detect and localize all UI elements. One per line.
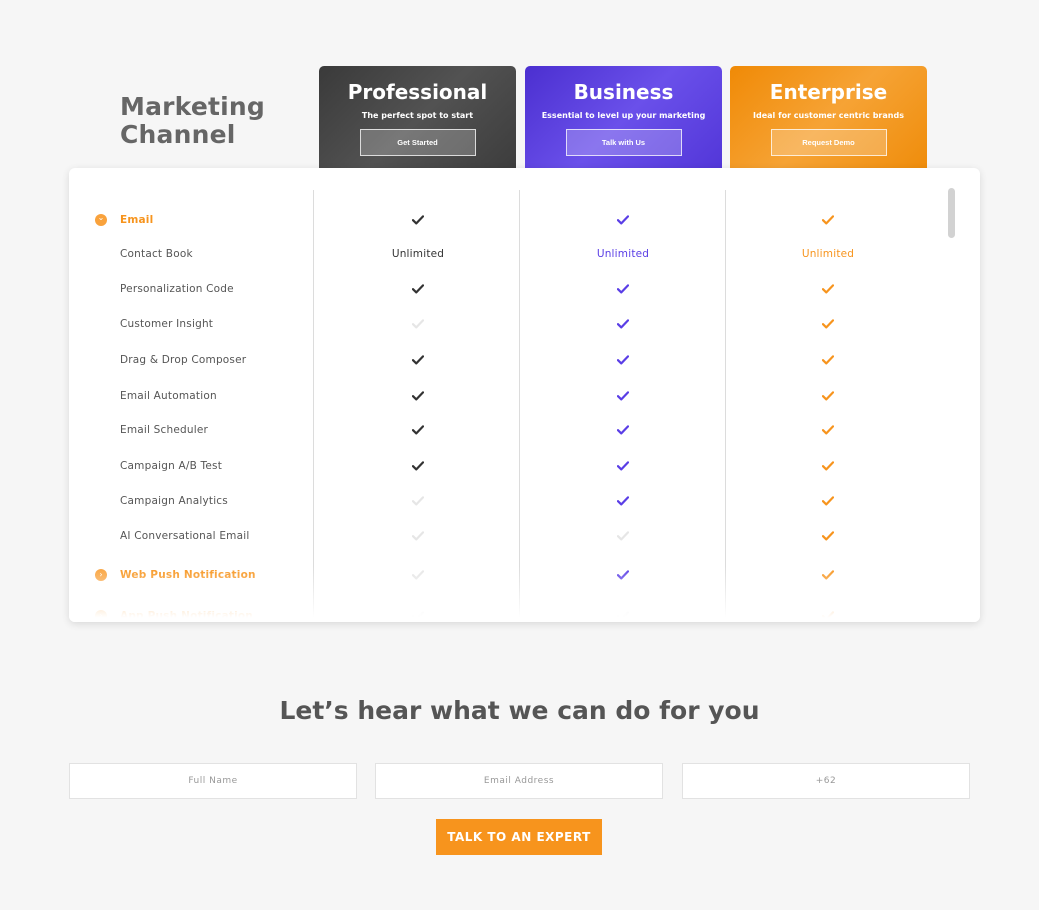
- check-icon: [525, 420, 721, 440]
- check-icon: [730, 350, 926, 370]
- feature-row: Drag & Drop Composer: [69, 350, 949, 370]
- plan-name: Business: [573, 80, 674, 104]
- email-field[interactable]: [375, 763, 663, 799]
- plan-card-professional: Professional The perfect spot to start G…: [319, 66, 516, 172]
- talk-to-expert-button[interactable]: TALK TO AN EXPERT: [436, 819, 602, 855]
- check-icon: [525, 210, 721, 230]
- plan-card-business: Business Essential to level up your mark…: [525, 66, 722, 172]
- check-icon: [525, 279, 721, 299]
- check-icon: [525, 314, 721, 334]
- check-icon: [320, 279, 516, 299]
- feature-row: AI Conversational Email: [69, 526, 949, 546]
- feature-row: Customer Insight: [69, 314, 949, 334]
- feature-row: Personalization Code: [69, 279, 949, 299]
- check-icon: [320, 386, 516, 406]
- feature-value: Unlimited: [391, 248, 445, 260]
- feature-value: Unlimited: [596, 248, 650, 260]
- check-icon: [730, 210, 926, 230]
- feature-label: Email: [120, 214, 154, 226]
- check-disabled-icon: [320, 526, 516, 546]
- feature-label: Personalization Code: [120, 283, 234, 295]
- talk-with-us-button[interactable]: Talk with Us: [565, 129, 682, 156]
- check-icon: [730, 386, 926, 406]
- plan-name: Enterprise: [769, 80, 888, 104]
- section-title-line-2: Channel: [120, 120, 236, 149]
- feature-row: Campaign Analytics: [69, 491, 949, 511]
- section-title-line-1: Marketing: [120, 92, 266, 121]
- check-icon: [320, 350, 516, 370]
- check-disabled-icon: [525, 526, 721, 546]
- feature-label: Campaign Analytics: [120, 495, 228, 507]
- check-icon: [525, 456, 721, 476]
- feature-label: Email Automation: [120, 390, 217, 402]
- feature-label: Customer Insight: [120, 318, 214, 330]
- feature-row: Contact Book Unlimited Unlimited Unlimited: [69, 244, 949, 264]
- cta-title: Let’s hear what we can do for you: [279, 696, 760, 725]
- plan-tagline: The perfect spot to start: [361, 111, 474, 120]
- feature-comparison-table: ⌄ Email Contact Book Unlimited Unlimited Unli…: [69, 168, 980, 622]
- check-icon: [730, 491, 926, 511]
- scrollbar[interactable]: [948, 188, 955, 238]
- check-icon: [320, 210, 516, 230]
- check-icon: [730, 526, 926, 546]
- scroll-fade: [69, 566, 980, 622]
- check-icon: [525, 491, 721, 511]
- feature-value: Unlimited: [801, 248, 855, 260]
- check-icon: [730, 456, 926, 476]
- plan-tagline: Ideal for customer centric brands: [753, 111, 904, 120]
- get-started-button[interactable]: Get Started: [359, 129, 476, 156]
- chevron-down-icon[interactable]: ⌄: [95, 214, 107, 226]
- check-icon: [730, 314, 926, 334]
- feature-label: Campaign A/B Test: [120, 460, 223, 472]
- feature-label: Email Scheduler: [120, 424, 209, 436]
- feature-label: Contact Book: [120, 248, 193, 260]
- category-row[interactable]: ⌄ Email: [69, 210, 949, 230]
- check-icon: [525, 350, 721, 370]
- request-demo-button[interactable]: Request Demo: [770, 129, 887, 156]
- feature-row: Email Scheduler: [69, 420, 949, 440]
- feature-row: Email Automation: [69, 386, 949, 406]
- check-icon: [730, 279, 926, 299]
- section-title: Marketing Channel: [120, 93, 265, 149]
- check-disabled-icon: [320, 314, 516, 334]
- phone-field[interactable]: [682, 763, 970, 799]
- full-name-field[interactable]: [69, 763, 357, 799]
- check-disabled-icon: [320, 491, 516, 511]
- feature-label: Drag & Drop Composer: [120, 354, 247, 366]
- check-icon: [320, 456, 516, 476]
- feature-label: AI Conversational Email: [120, 530, 250, 542]
- check-icon: [525, 386, 721, 406]
- plan-card-enterprise: Enterprise Ideal for customer centric br…: [730, 66, 927, 172]
- check-icon: [320, 420, 516, 440]
- check-icon: [730, 420, 926, 440]
- feature-row: Campaign A/B Test: [69, 456, 949, 476]
- plan-name: Professional: [347, 80, 488, 104]
- plan-tagline: Essential to level up your marketing: [541, 111, 706, 120]
